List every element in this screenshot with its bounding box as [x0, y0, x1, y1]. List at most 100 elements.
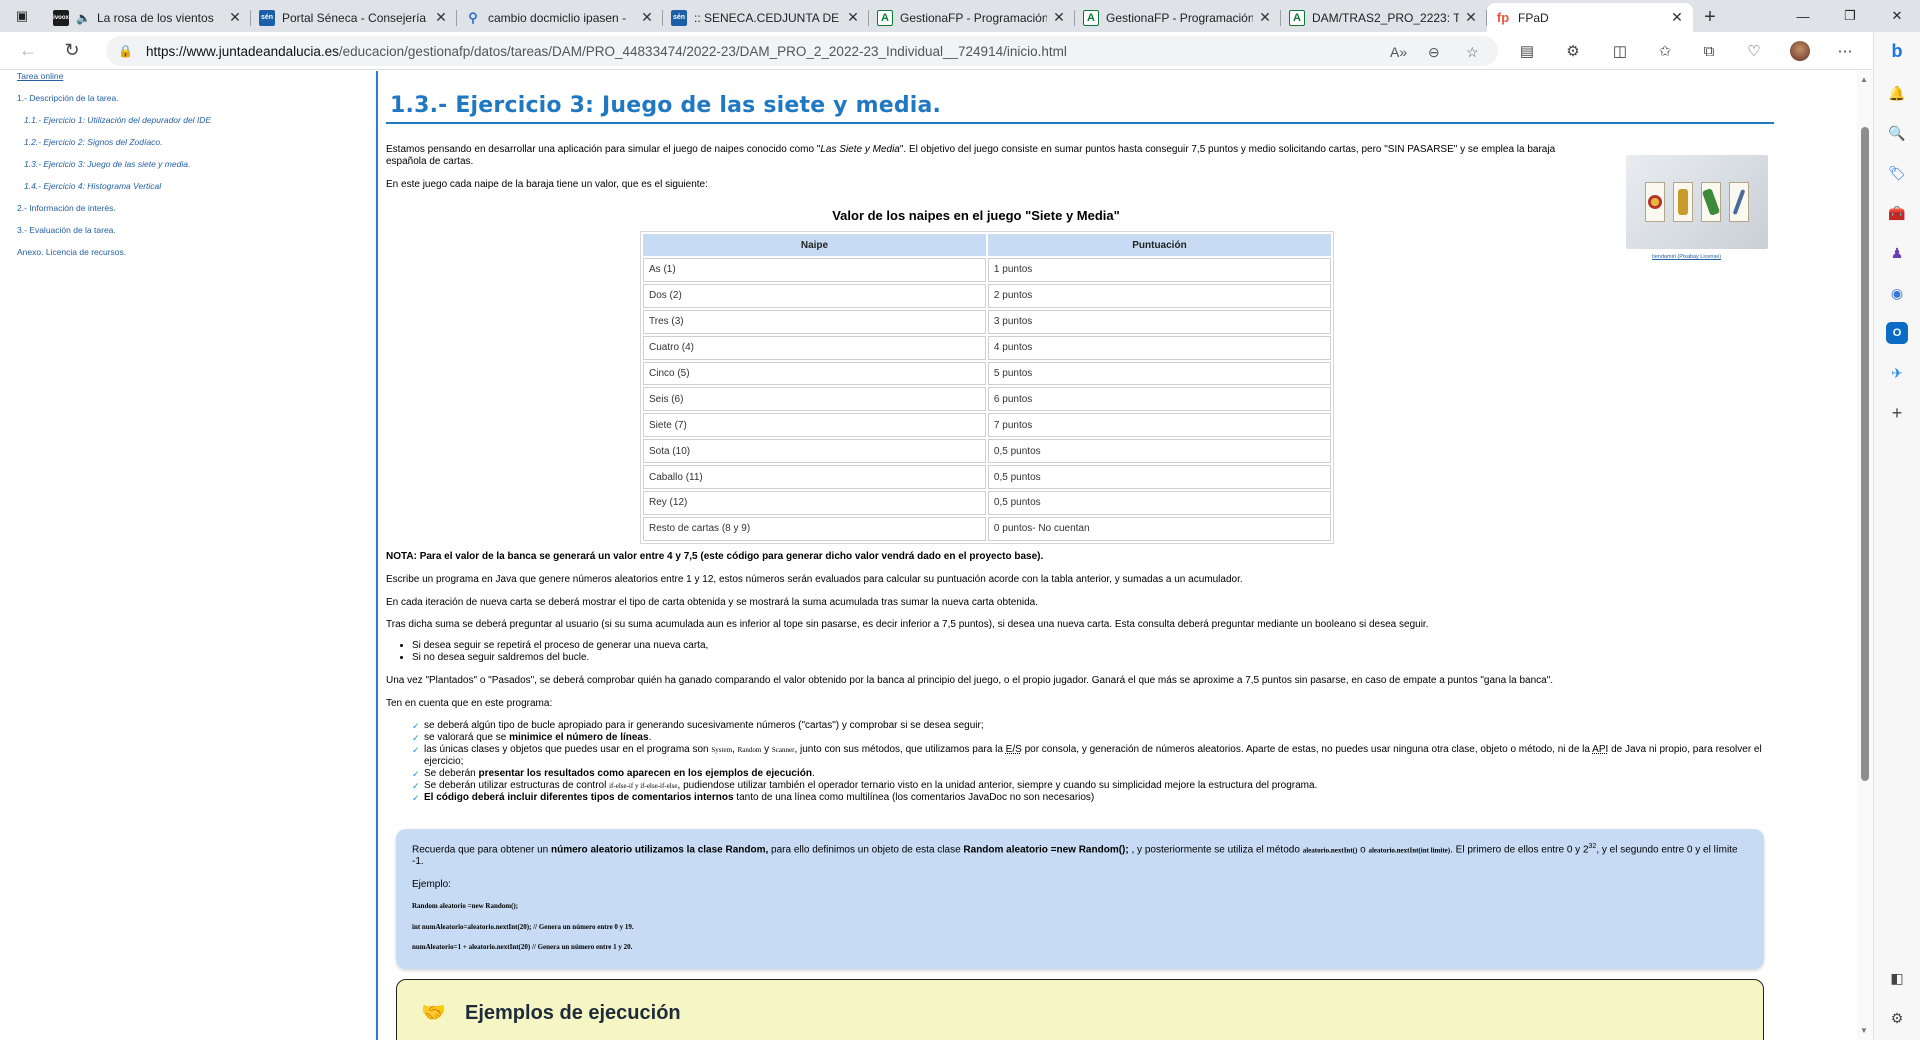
close-window-button[interactable]: ✕ — [1874, 0, 1920, 32]
tab-gestionafp-1[interactable]: A GestionaFP - Programación ✕ — [869, 3, 1075, 32]
reload-button[interactable]: ↻ — [54, 35, 90, 67]
close-tab-icon[interactable]: ✕ — [1051, 9, 1067, 26]
toc-link-anexo[interactable]: Anexo. Licencia de recursos. — [17, 247, 126, 257]
zoom-icon[interactable]: ⊖ — [1428, 44, 1440, 61]
lock-icon[interactable]: 🔒 — [118, 44, 134, 58]
toc-link-ejercicio-4[interactable]: 1.4.- Ejercicio 4: Histograma Vertical — [24, 181, 161, 191]
collections-icon[interactable]: ⧉ — [1696, 39, 1722, 63]
browser-essentials-icon[interactable]: ♡ — [1741, 39, 1767, 63]
speaker-icon[interactable]: 🔈 — [76, 11, 91, 25]
seneca-favicon-icon: sén — [671, 9, 687, 26]
table-row: Resto de cartas (8 y 9) 0 puntos- No cuen… — [643, 516, 1331, 541]
tools-icon[interactable]: 🧰 — [1886, 202, 1908, 224]
more-options-icon[interactable]: ⋯ — [1832, 39, 1858, 63]
code-line-1: Random aleatorio =new Random(); — [412, 902, 519, 910]
restore-button[interactable]: ❐ — [1827, 0, 1873, 32]
table-row: As (1) 1 puntos — [643, 258, 1331, 282]
split-screen-icon[interactable]: ◫ — [1607, 39, 1633, 63]
tab-seneca-cedjunta[interactable]: sén :: SENECA.CEDJUNTA DE A ✕ — [663, 3, 869, 32]
tab-fpad[interactable]: fp FPaD ✕ — [1487, 3, 1693, 32]
favorites-icon[interactable]: ✩ — [1652, 39, 1678, 63]
extensions-icon[interactable]: ⚙ — [1560, 39, 1586, 63]
scroll-down-icon[interactable]: ▼ — [1860, 1026, 1868, 1035]
close-tab-icon[interactable]: ✕ — [639, 9, 655, 26]
toc-link-tarea-online[interactable]: Tarea online — [17, 71, 63, 81]
intro-text-a: Estamos pensando en desarrollar una apli… — [386, 144, 821, 155]
games-icon[interactable]: ♟ — [1886, 242, 1908, 264]
abbr-es[interactable]: E/S — [1006, 744, 1022, 755]
url-bar[interactable]: 🔒 https://www.juntadeandalucia.es/educac… — [106, 36, 1498, 66]
close-tab-icon[interactable]: ✕ — [227, 9, 243, 26]
table-row: Siete (7) 7 puntos — [643, 413, 1331, 438]
notifications-bell-icon[interactable]: 🔔 — [1886, 82, 1908, 104]
url-text[interactable]: https://www.juntadeandalucia.es/educacio… — [146, 44, 1067, 59]
random-bold-code: Random aleatorio =new Random(); — [963, 844, 1129, 856]
image-credit-license[interactable]: (Pixabay License) — [1677, 254, 1721, 260]
microsoft-365-icon[interactable]: ◉ — [1886, 282, 1908, 304]
list-item: Se deberán presentar los resultados como… — [412, 768, 1778, 780]
outlook-icon[interactable]: O — [1886, 322, 1908, 344]
image-credit-author[interactable]: tiendamiri — [1652, 254, 1676, 260]
page-content: Tarea online 1.- Descripción de la tarea… — [0, 71, 1857, 1040]
puntuacion-cell: 5 puntos — [987, 361, 1331, 386]
page-scrollbar[interactable]: ▲ ▼ — [1857, 71, 1873, 1040]
tab-actions-button[interactable]: ▣ — [0, 0, 44, 32]
requirement-text: Se deberán utilizar estructuras de contr… — [424, 780, 610, 791]
restore-icon: ❐ — [1844, 8, 1856, 23]
tab-rosa-vientos[interactable]: ivoox 🔈 La rosa de los vientos ✕ — [45, 3, 251, 32]
tab-search-cambio-domicilio[interactable]: ⚲ cambio docmiclio ipasen - ✕ — [457, 3, 663, 32]
minimize-button[interactable]: — — [1780, 0, 1826, 32]
random-text: para ello definimos un objeto de esta cl… — [768, 844, 964, 856]
shopping-tag-icon[interactable]: 🏷 — [1886, 162, 1908, 184]
bing-copilot-icon[interactable]: b — [1884, 38, 1910, 64]
back-button[interactable]: ← — [10, 35, 46, 67]
new-tab-button[interactable]: + — [1693, 3, 1727, 32]
profile-avatar[interactable] — [1787, 39, 1813, 63]
tab-title: La rosa de los vientos — [96, 10, 214, 25]
code-line-2: int numAleatorio=aleatorio.nextInt(20); … — [412, 923, 634, 931]
toc-link-ejercicio-2[interactable]: 1.2.- Ejercicio 2: Signos del Zodíaco. — [24, 137, 162, 147]
fpad-favicon-icon: fp — [1496, 10, 1510, 25]
sidebar-settings-gear-icon[interactable]: ⚙ — [1886, 1007, 1908, 1029]
naipe-cell: Cinco (5) — [643, 361, 986, 386]
tab-title: GestionaFP - Programación — [1106, 10, 1253, 25]
table-title: Valor de los naipes en el juego "Siete y… — [832, 208, 1120, 223]
tab-title: :: SENECA.CEDJUNTA DE A — [694, 10, 841, 25]
tab-portal-seneca[interactable]: sén Portal Séneca - Consejería ✕ — [251, 3, 457, 32]
close-tab-icon[interactable]: ✕ — [1257, 9, 1273, 26]
toc-link-evaluacion[interactable]: 3.- Evaluación de la tarea. — [17, 225, 116, 235]
tab-gestionafp-2[interactable]: A GestionaFP - Programación ✕ — [1075, 3, 1281, 32]
seneca-favicon-icon: sén — [259, 9, 275, 26]
add-sidebar-app-icon[interactable]: + — [1886, 402, 1908, 424]
close-tab-icon[interactable]: ✕ — [845, 9, 861, 26]
abbr-api[interactable]: API — [1592, 744, 1608, 755]
scrollbar-thumb[interactable] — [1861, 127, 1869, 781]
table-row: Seis (6) 6 puntos — [643, 387, 1331, 412]
hide-sidebar-icon[interactable]: ◧ — [1886, 967, 1908, 989]
image-credit[interactable]: tiendamiri (Pixabay License) — [1652, 254, 1721, 260]
seguir-options-list: Si desea seguir se repetirá el proceso d… — [412, 640, 708, 664]
address-toolbar: ← ↻ 🔒 https://www.juntadeandalucia.es/ed… — [0, 32, 1920, 70]
puntuacion-cell: 2 puntos — [987, 283, 1331, 308]
list-item: se valorará que se minimice el número de… — [412, 732, 1778, 744]
toc-link-ejercicio-1[interactable]: 1.1.- Ejercicio 1: Utilización del depur… — [24, 115, 211, 125]
table-of-contents: Tarea online 1.- Descripción de la tarea… — [0, 71, 378, 1040]
drop-icon[interactable]: ✈ — [1886, 362, 1908, 384]
naipe-cell: Resto de cartas (8 y 9) — [643, 516, 986, 541]
close-tab-icon[interactable]: ✕ — [1463, 9, 1479, 26]
spanish-cards-image — [1626, 155, 1768, 249]
toc-link-informacion[interactable]: 2.- Información de interés. — [17, 203, 116, 213]
tab-title: FPaD — [1518, 10, 1549, 25]
random-text: , y posteriormente se utiliza el método — [1128, 844, 1303, 856]
collections-button-icon[interactable]: ▤ — [1514, 39, 1540, 63]
close-tab-icon[interactable]: ✕ — [433, 9, 449, 26]
puntuacion-cell: 7 puntos — [987, 413, 1331, 438]
scroll-up-icon[interactable]: ▲ — [1860, 75, 1868, 84]
search-icon[interactable]: 🔍 — [1886, 122, 1908, 144]
close-tab-icon[interactable]: ✕ — [1669, 9, 1685, 26]
read-aloud-icon[interactable]: A» — [1390, 44, 1407, 60]
toc-link-ejercicio-3[interactable]: 1.3.- Ejercicio 3: Juego de las siete y … — [24, 159, 190, 169]
favorite-star-icon[interactable]: ☆ — [1466, 44, 1479, 61]
toc-link-descripcion[interactable]: 1.- Descripción de la tarea. — [17, 93, 119, 103]
tab-dam-tras2[interactable]: A DAM/TRAS2_PRO_2223: Ta ✕ — [1281, 3, 1487, 32]
